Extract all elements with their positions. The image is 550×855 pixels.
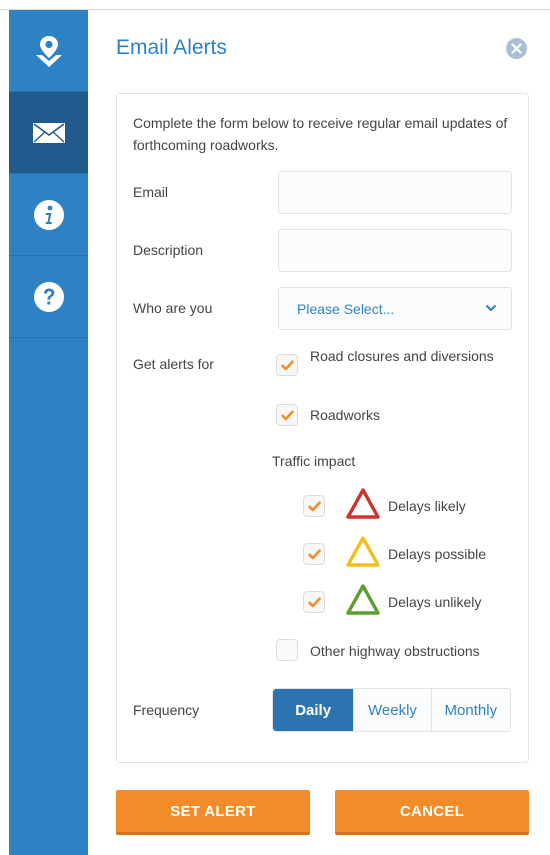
frequency-monthly-button[interactable]: Monthly <box>430 689 510 731</box>
delays-likely-checkbox[interactable] <box>303 495 325 517</box>
frequency-daily-button[interactable]: Daily <box>273 689 354 731</box>
roadworks-checkbox[interactable] <box>276 404 298 426</box>
traffic-impact-label: Traffic impact <box>272 453 356 469</box>
description-label: Description <box>133 242 204 258</box>
checkmark-icon <box>307 597 321 607</box>
close-icon <box>511 43 522 54</box>
other-obstructions-checkbox[interactable] <box>276 639 298 661</box>
delays-unlikely-checkbox[interactable] <box>303 591 325 613</box>
road-closures-label: Road closures and diversions <box>310 348 494 364</box>
sidebar <box>9 10 88 855</box>
panel-title: Email Alerts <box>116 36 227 59</box>
email-label: Email <box>133 184 169 200</box>
envelope-icon <box>32 122 65 143</box>
delays-possible-checkbox[interactable] <box>303 543 325 565</box>
who-label: Who are you <box>133 300 213 316</box>
other-obstructions-label: Other highway obstructions <box>310 643 480 659</box>
who-select[interactable]: Please Select... <box>278 287 512 330</box>
sidebar-item-help[interactable] <box>9 256 88 338</box>
close-button[interactable] <box>506 38 527 59</box>
delays-unlikely-label: Delays unlikely <box>388 594 482 610</box>
warning-triangle-red-icon <box>346 488 380 519</box>
sidebar-item-info[interactable] <box>9 174 88 256</box>
who-select-value: Please Select... <box>297 300 395 317</box>
chevron-down-icon <box>486 305 496 311</box>
checkmark-icon <box>307 501 321 511</box>
description-input[interactable] <box>278 229 512 272</box>
help-icon <box>33 281 64 312</box>
frequency-weekly-button[interactable]: Weekly <box>353 689 431 731</box>
intro-text: Complete the form below to receive regul… <box>133 115 508 153</box>
delays-possible-label: Delays possible <box>388 546 487 562</box>
checkmark-icon <box>307 549 321 559</box>
warning-triangle-green-icon <box>346 584 380 615</box>
cancel-button[interactable]: CANCEL <box>335 790 529 835</box>
checkmark-icon <box>280 360 294 370</box>
info-icon <box>33 199 64 230</box>
set-alert-button[interactable]: SET ALERT <box>116 790 310 835</box>
roadworks-label: Roadworks <box>310 407 381 423</box>
frequency-segmented-control: Daily Weekly Monthly <box>272 688 511 732</box>
frequency-label: Frequency <box>133 702 200 718</box>
delays-likely-label: Delays likely <box>388 498 466 514</box>
email-input[interactable] <box>278 171 512 214</box>
sidebar-item-email-alerts[interactable] <box>9 92 88 174</box>
alerts-label: Get alerts for <box>133 356 214 372</box>
checkmark-icon <box>280 410 294 420</box>
sidebar-item-map[interactable] <box>9 10 88 92</box>
warning-triangle-yellow-icon <box>346 536 380 567</box>
map-pin-icon <box>35 35 62 67</box>
road-closures-checkbox[interactable] <box>276 354 298 376</box>
